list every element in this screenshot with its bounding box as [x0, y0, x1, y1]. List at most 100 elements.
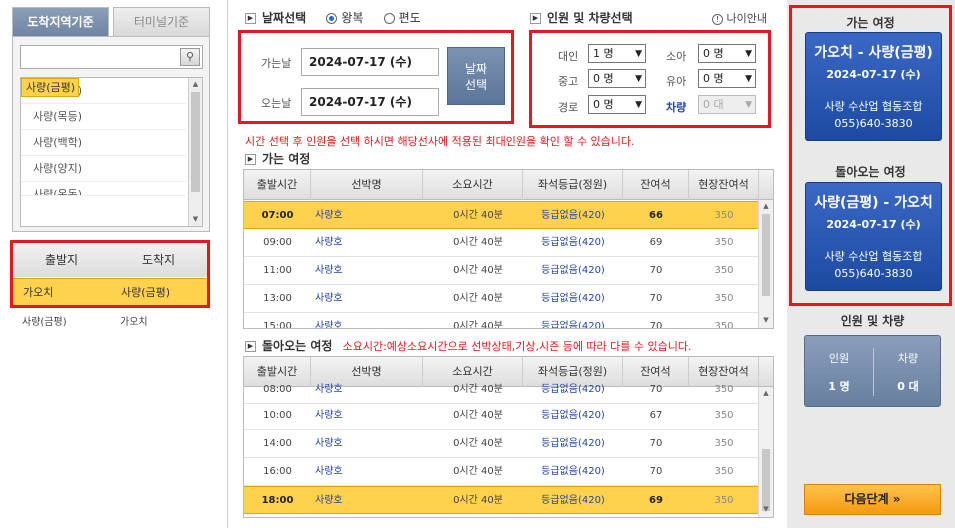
- header-arrival: 도착지: [141, 253, 176, 267]
- go-summary-title: 가는 여정: [846, 16, 895, 30]
- cell-duration: 0시간 40분: [453, 495, 503, 506]
- right-panel: 가는 여정 가오치 - 사량(금평) 2024-07-17 (수) 사량 수산업…: [787, 0, 955, 528]
- table-row[interactable]: 15:00 사량호 0시간 40분 등급없음(420) 70 350: [244, 313, 759, 329]
- adult-select[interactable]: 1 명 ▼: [588, 44, 646, 63]
- tab-terminal[interactable]: 터미널기준: [113, 7, 210, 37]
- cell-seats: 66: [649, 210, 663, 221]
- cell-grade: 등급없음(420): [541, 384, 605, 395]
- list-item[interactable]: 사량(금평): [21, 78, 79, 97]
- notice-text: 시간 선택 후 인원을 선택 하시면 해당선사에 적용된 최대인원을 확인 할 …: [245, 135, 635, 148]
- route-row[interactable]: 사량(금평) 가오치: [12, 313, 210, 333]
- child-label: 소아: [666, 50, 687, 63]
- table-header: 출발시간 선박명 소요시간 좌석등급(정원) 잔여석 현장잔여석: [244, 170, 773, 200]
- table-row[interactable]: 18:00 사량호 0시간 40분 등급없음(420) 69 350: [244, 486, 759, 514]
- return-table: 출발시간 선박명 소요시간 좌석등급(정원) 잔여석 현장잔여석 08:00 사량호 0시간 4…: [243, 356, 774, 518]
- cell-field: 350: [714, 466, 734, 477]
- infant-select[interactable]: 0 명 ▼: [698, 69, 756, 88]
- age-guide-link[interactable]: ! 나이안내: [712, 10, 767, 26]
- senior-label: 경로: [558, 101, 579, 114]
- scroll-thumb[interactable]: [762, 449, 770, 511]
- cell-duration: 0시간 40분: [453, 384, 503, 395]
- column-header: 선박명: [311, 170, 423, 200]
- radio-oneway[interactable]: 편도: [383, 11, 421, 25]
- cell-grade: 등급없음(420): [541, 237, 605, 248]
- return-date-input[interactable]: 2024-07-17 (수): [301, 88, 439, 116]
- scroll-down-icon[interactable]: ▼: [189, 213, 202, 226]
- table-row[interactable]: 11:00 사량호 0시간 40분 등급없음(420) 70 350: [244, 257, 759, 285]
- cell-time: 15:00: [263, 321, 292, 329]
- scroll-up-icon[interactable]: ▲: [189, 78, 202, 91]
- table-row[interactable]: 08:00 사량호 0시간 40분 등급없음(420) 70 350: [244, 376, 759, 404]
- column-header: 출발시간: [244, 170, 311, 200]
- teen-select[interactable]: 0 명 ▼: [588, 69, 646, 88]
- date-select-button[interactable]: 날짜 선택: [447, 47, 505, 105]
- go-company: 사량 수산업 협동조합: [824, 100, 923, 113]
- scroll-down-icon[interactable]: ▼: [760, 316, 772, 324]
- cell-field: 350: [714, 410, 734, 421]
- select-value: 0 명: [593, 98, 614, 111]
- table-row[interactable]: 09:00 사량호 0시간 40분 등급없음(420) 69 350: [244, 229, 759, 257]
- next-step-button[interactable]: 다음단계 »: [804, 484, 941, 515]
- tab-arrival-region[interactable]: 도착지역기준: [12, 7, 109, 37]
- left-panel: 도착지역기준 터미널기준 ⚲ 사량(금평) 사량(대항) 사량(목등) 사량(백…: [0, 0, 228, 528]
- go-date-input[interactable]: 2024-07-17 (수): [301, 48, 439, 76]
- cell-ship: 사량호: [315, 265, 343, 276]
- cell-grade: 등급없음(420): [541, 210, 605, 221]
- cell-grade: 등급없음(420): [541, 321, 605, 329]
- scroll-up-icon[interactable]: ▲: [760, 389, 772, 397]
- list-item[interactable]: 사량(양지): [21, 156, 186, 182]
- cell-grade: 등급없음(420): [541, 466, 605, 477]
- table-row[interactable]: 13:00 사량호 0시간 40분 등급없음(420) 70 350: [244, 285, 759, 313]
- return-date-label: 오는날: [261, 97, 292, 110]
- table-scrollbar[interactable]: ▲ ▼: [758, 200, 773, 328]
- list-item[interactable]: 사량(옥동): [21, 182, 186, 196]
- cell-field: 350: [714, 293, 734, 304]
- table-row[interactable]: 16:00 사량호 0시간 40분 등급없음(420) 70 350: [244, 458, 759, 486]
- cell-field: 350: [714, 265, 734, 276]
- car-summary-value: 0 대: [897, 380, 919, 393]
- cell-grade: 등급없음(420): [541, 410, 605, 421]
- date-select-button-label: 날짜 선택: [464, 62, 488, 92]
- cell-seats: 70: [649, 265, 663, 276]
- route-to: 가오치: [120, 317, 148, 328]
- cell-time: 09:00: [263, 237, 292, 248]
- scroll-down-icon[interactable]: ▼: [760, 505, 772, 513]
- cell-duration: 0시간 40분: [453, 210, 503, 221]
- destination-scrollbar[interactable]: ▲ ▼: [188, 78, 202, 226]
- radio-icon[interactable]: [326, 13, 338, 24]
- route-from: 사량(금평): [22, 317, 67, 328]
- chevron-down-icon: ▼: [745, 49, 752, 59]
- select-value: 0 명: [593, 72, 614, 85]
- pax-summary-label: 인원: [828, 352, 850, 365]
- adult-label: 대인: [558, 50, 579, 63]
- cell-grade: 등급없음(420): [541, 438, 605, 449]
- cell-time: 07:00: [261, 210, 294, 221]
- scroll-up-icon[interactable]: ▲: [760, 202, 772, 210]
- route-row-selected[interactable]: 가오치 사량(금평): [13, 278, 207, 305]
- pax-select-box: 대인 1 명 ▼ 소아 0 명 ▼ 중고 0 명 ▼ 유아 0 명 ▼ 경로 0 명 ▼ …: [529, 30, 771, 128]
- list-item[interactable]: 사량(목등): [21, 104, 186, 130]
- table-row[interactable]: 10:00 사량호 0시간 40분 등급없음(420) 67 350: [244, 402, 759, 430]
- child-select[interactable]: 0 명 ▼: [698, 44, 756, 63]
- scroll-thumb[interactable]: [762, 214, 770, 296]
- senior-select[interactable]: 0 명 ▼: [588, 95, 646, 114]
- outbound-table: 출발시간 선박명 소요시간 좌석등급(정원) 잔여석 현장잔여석 07:00 사량호 0시간 4…: [243, 169, 774, 329]
- search-icon[interactable]: ⚲: [180, 48, 200, 66]
- list-item[interactable]: 사량(백학): [21, 130, 186, 156]
- outbound-title: 가는 여정: [262, 152, 311, 166]
- destination-search-input[interactable]: ⚲: [20, 45, 203, 69]
- cell-field: 350: [714, 210, 734, 221]
- cell-time: 14:00: [263, 438, 292, 449]
- table-scrollbar[interactable]: ▲ ▼: [758, 387, 773, 517]
- radio-label: 왕복: [341, 11, 364, 25]
- pax-select-title: 인원 및 차량선택: [547, 11, 633, 25]
- scroll-thumb[interactable]: [191, 92, 200, 192]
- table-row[interactable]: 14:00 사량호 0시간 40분 등급없음(420) 70 350: [244, 430, 759, 458]
- return-company: 사량 수산업 협동조합: [824, 250, 923, 263]
- radio-roundtrip[interactable]: 왕복: [326, 11, 363, 25]
- cell-ship: 사량호: [315, 384, 343, 395]
- cell-field: 350: [714, 384, 734, 395]
- cell-time: 13:00: [263, 293, 292, 304]
- table-row[interactable]: 07:00 사량호 0시간 40분 등급없음(420) 66 350: [244, 201, 759, 229]
- radio-icon[interactable]: [383, 13, 395, 24]
